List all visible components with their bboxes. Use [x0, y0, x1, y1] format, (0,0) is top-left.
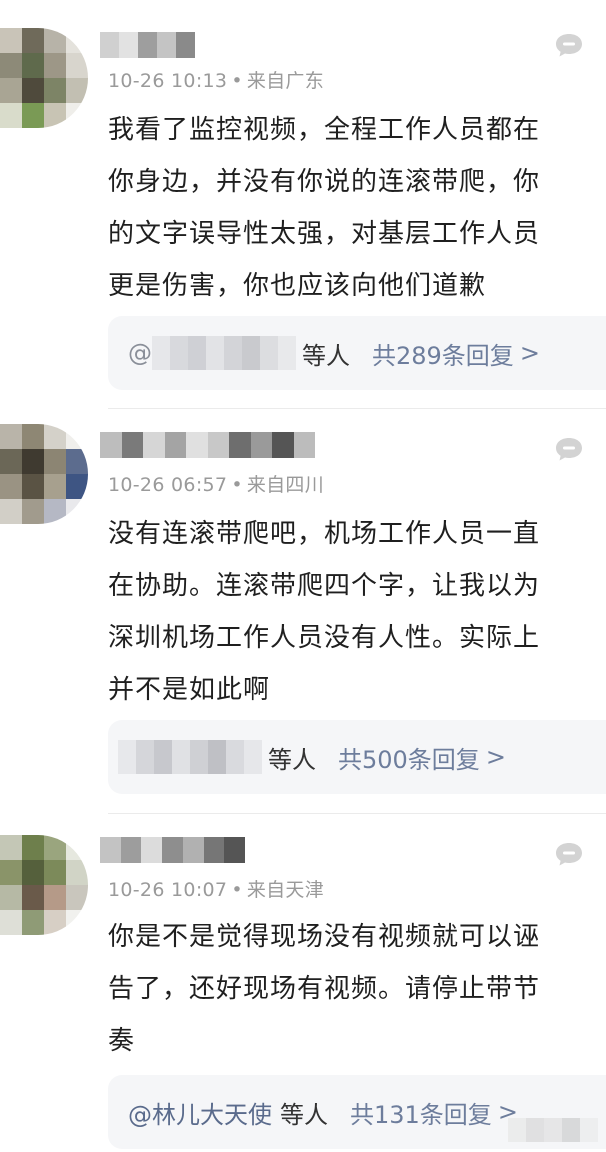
comment-location: 来自天津 [246, 879, 325, 901]
avatar[interactable] [0, 28, 88, 128]
chevron-right-icon: > [519, 339, 540, 367]
comment-text-line: 深圳机场工作人员没有人性。实际上 [108, 623, 541, 653]
comment-time: 10-26 10:07 [108, 879, 228, 901]
comment-meta: 10-26 10:07 • 来自天津 [108, 875, 324, 902]
comment-text-line: 的文字误导性太强，对基层工作人员 [108, 219, 541, 249]
comment-time: 10-26 06:57 [108, 474, 228, 496]
reply-summary[interactable]: @ 等人 共289条回复 > [108, 316, 606, 390]
username-redacted[interactable] [100, 432, 315, 458]
reply-user-link[interactable]: @林儿大天使 [128, 1095, 272, 1130]
meta-separator: • [231, 474, 243, 496]
comment-3: 10-26 10:07 • 来自天津 你是不是觉得现场没有视频就可以诬 告了，还好现… [0, 815, 606, 1152]
reply-users-redacted [152, 336, 296, 370]
comment-text-line: 你身边，并没有你说的连滚带爬，你 [108, 167, 541, 197]
reply-at-sign: @ [128, 339, 152, 367]
comment-1: 10-26 10:13 • 来自广东 我看了监控视频，全程工作人员都在 你身边，并没… [0, 0, 606, 410]
comment-text-line: 更是伤害，你也应该向他们道歉 [108, 271, 487, 301]
comment-bubble-icon[interactable] [554, 32, 584, 58]
reply-others-label: 等人 [268, 745, 316, 774]
comment-location: 来自四川 [246, 474, 325, 496]
meta-separator: • [231, 70, 243, 92]
divider [108, 408, 606, 409]
username-redacted[interactable] [100, 837, 246, 863]
comment-meta: 10-26 10:13 • 来自广东 [108, 66, 324, 93]
reply-summary[interactable]: 等人 共500条回复 > [108, 720, 606, 794]
reply-users-redacted [118, 740, 262, 774]
avatar[interactable] [0, 424, 88, 524]
divider [108, 813, 606, 814]
meta-separator: • [231, 879, 243, 901]
comment-time: 10-26 10:13 [108, 70, 228, 92]
reply-total-link[interactable]: 共289条回复 [372, 336, 514, 371]
reply-others-label: 等人 [302, 341, 350, 370]
comment-text: 没有连滚带爬吧，机场工作人员一直 在协助。连滚带爬四个字，让我以为 深圳机场工作… [108, 508, 588, 716]
reply-others-label: 等人 [280, 1100, 328, 1129]
watermark-redacted [508, 1118, 598, 1142]
reply-total-link[interactable]: 共131条回复 [350, 1095, 492, 1130]
comment-text-line: 你是不是觉得现场没有视频就可以诬 [108, 922, 541, 952]
comment-meta: 10-26 06:57 • 来自四川 [108, 470, 324, 497]
username-redacted[interactable] [100, 32, 195, 58]
comment-text-line: 奏 [108, 1026, 136, 1056]
comment-text-line: 告了，还好现场有视频。请停止带节 [108, 974, 541, 1004]
comment-bubble-icon[interactable] [554, 841, 584, 867]
comment-text: 我看了监控视频，全程工作人员都在 你身边，并没有你说的连滚带爬，你 的文字误导性… [108, 104, 588, 312]
comment-text: 你是不是觉得现场没有视频就可以诬 告了，还好现场有视频。请停止带节 奏 [108, 911, 588, 1067]
comment-location: 来自广东 [246, 70, 325, 92]
avatar[interactable] [0, 835, 88, 935]
comment-text-line: 并不是如此啊 [108, 675, 271, 705]
chevron-right-icon: > [485, 743, 506, 771]
comment-2: 10-26 06:57 • 来自四川 没有连滚带爬吧，机场工作人员一直 在协助。连滚… [0, 410, 606, 815]
comment-bubble-icon[interactable] [554, 436, 584, 462]
comment-text-line: 在协助。连滚带爬四个字，让我以为 [108, 571, 541, 601]
comment-text-line: 我看了监控视频，全程工作人员都在 [108, 115, 541, 145]
reply-total-link[interactable]: 共500条回复 [338, 740, 480, 775]
comment-text-line: 没有连滚带爬吧，机场工作人员一直 [108, 519, 541, 549]
